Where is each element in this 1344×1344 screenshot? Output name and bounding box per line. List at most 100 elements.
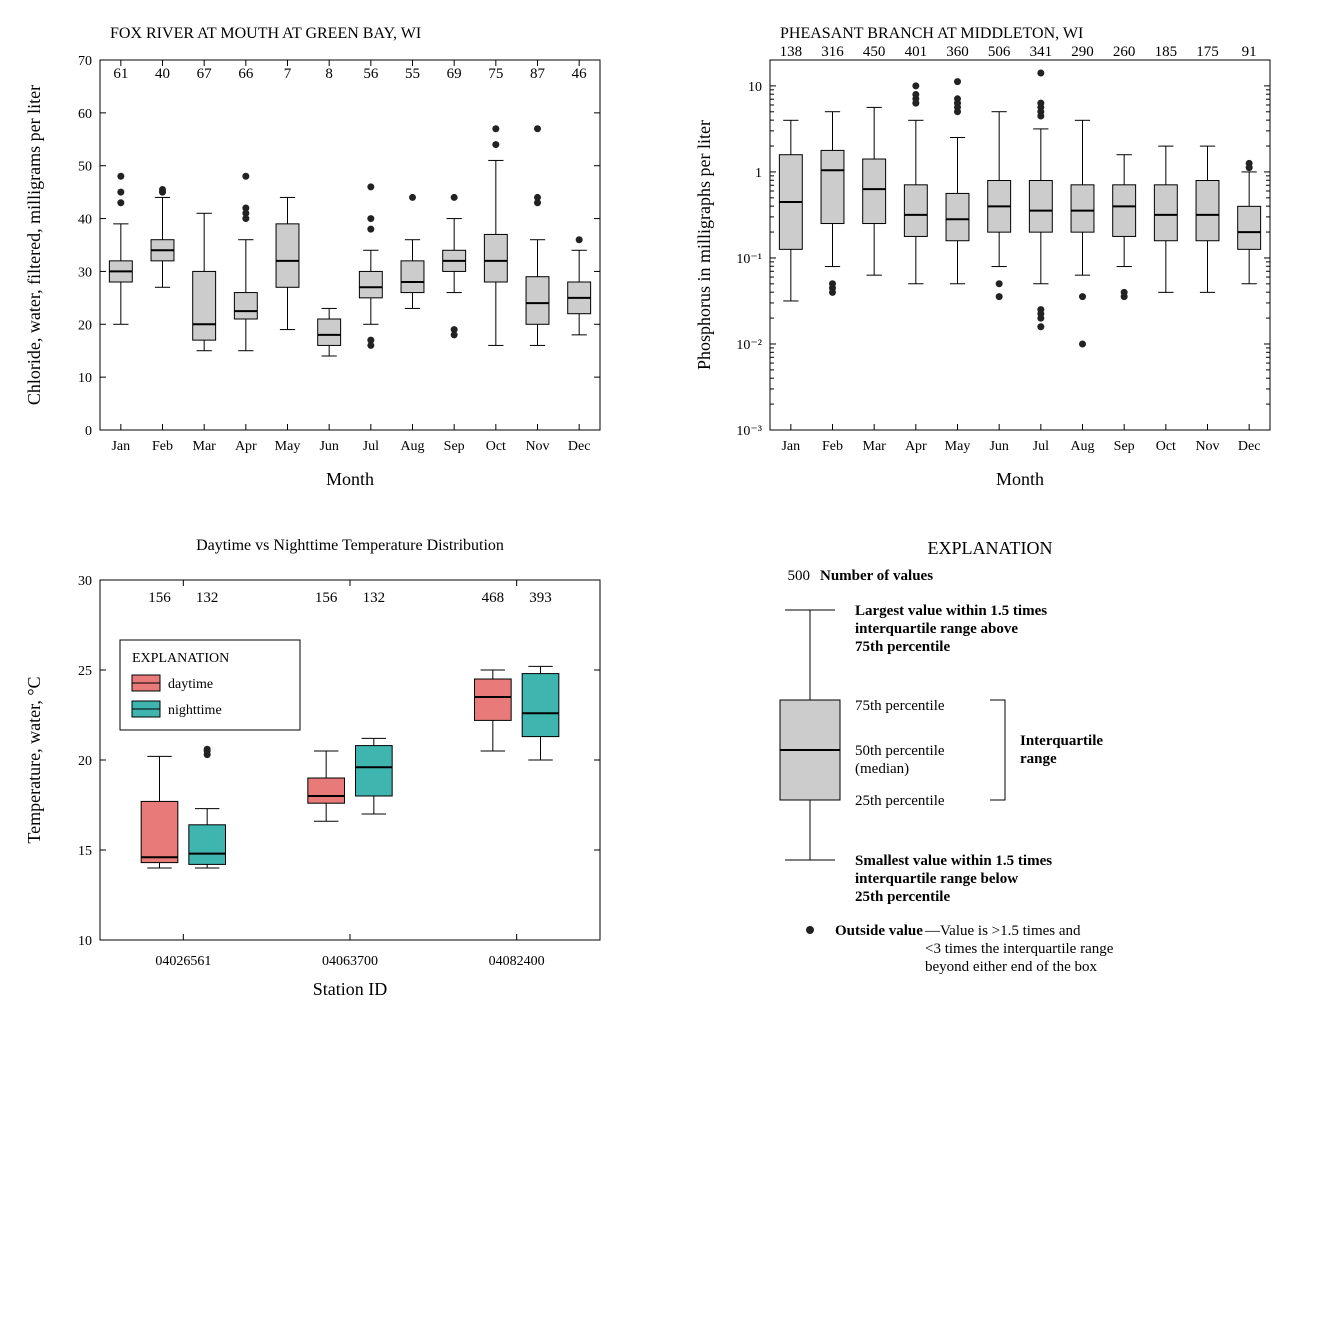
svg-text:daytime: daytime [168, 677, 213, 692]
svg-text:30: 30 [78, 265, 92, 280]
svg-text:interquartile range above: interquartile range above [855, 621, 1018, 637]
svg-text:nighttime: nighttime [168, 703, 222, 718]
svg-text:04082400: 04082400 [489, 954, 545, 969]
svg-text:Outside value: Outside value [835, 923, 923, 939]
svg-text:<3 times the interquartile ran: <3 times the interquartile range [925, 941, 1114, 957]
svg-text:8: 8 [325, 66, 333, 82]
svg-text:PHEASANT BRANCH AT MIDDLETON,: PHEASANT BRANCH AT MIDDLETON, WI [780, 25, 1083, 42]
svg-text:20: 20 [78, 318, 92, 333]
svg-text:393: 393 [529, 590, 552, 606]
svg-text:Jan: Jan [781, 439, 800, 454]
svg-text:May: May [275, 439, 301, 454]
svg-text:Month: Month [326, 469, 374, 489]
svg-text:Station ID: Station ID [313, 979, 388, 999]
svg-text:10: 10 [748, 80, 762, 95]
svg-text:Smallest value within 1.5 time: Smallest value within 1.5 times [855, 853, 1052, 869]
svg-text:May: May [945, 439, 971, 454]
svg-text:75th percentile: 75th percentile [855, 639, 950, 655]
svg-text:360: 360 [946, 44, 969, 60]
svg-text:20: 20 [78, 754, 92, 769]
svg-text:Apr: Apr [235, 439, 257, 454]
svg-text:Jan: Jan [111, 439, 130, 454]
svg-text:—Value is >1.5 times and: —Value is >1.5 times and [924, 923, 1081, 939]
svg-text:Number of values: Number of values [820, 568, 933, 584]
svg-text:10⁻²: 10⁻² [736, 338, 762, 353]
svg-text:Temperature, water, °C: Temperature, water, °C [24, 676, 44, 843]
svg-text:beyond either end of the box: beyond either end of the box [925, 959, 1098, 975]
svg-text:Apr: Apr [905, 439, 927, 454]
svg-text:69: 69 [447, 66, 462, 82]
svg-text:(median): (median) [855, 761, 909, 777]
svg-text:60: 60 [78, 107, 92, 122]
svg-text:Jun: Jun [319, 439, 338, 454]
svg-text:25: 25 [78, 664, 92, 679]
svg-text:Dec: Dec [1238, 439, 1261, 454]
svg-text:Nov: Nov [525, 439, 549, 454]
explanation-svg: EXPLANATION500Number of valuesLargest va… [690, 530, 1290, 1010]
svg-text:10: 10 [78, 371, 92, 386]
svg-text:25th percentile: 25th percentile [855, 889, 950, 905]
svg-text:70: 70 [78, 54, 92, 69]
svg-text:61: 61 [113, 66, 128, 82]
svg-text:1: 1 [755, 166, 762, 181]
svg-text:Jul: Jul [1033, 439, 1049, 454]
svg-text:Mar: Mar [193, 439, 217, 454]
svg-text:132: 132 [363, 590, 386, 606]
svg-text:Phosphorus in milligraphs per: Phosphorus in milligraphs per liter [694, 120, 714, 370]
svg-text:Oct: Oct [486, 439, 506, 454]
svg-text:Sep: Sep [1114, 439, 1135, 454]
svg-text:132: 132 [196, 590, 219, 606]
svg-text:10⁻¹: 10⁻¹ [736, 252, 762, 267]
svg-text:Month: Month [996, 469, 1044, 489]
svg-text:Dec: Dec [568, 439, 591, 454]
svg-text:50: 50 [78, 160, 92, 175]
svg-text:50th percentile: 50th percentile [855, 743, 945, 759]
svg-text:468: 468 [482, 590, 505, 606]
svg-text:Feb: Feb [822, 439, 843, 454]
svg-text:04026561: 04026561 [155, 954, 211, 969]
svg-text:Interquartile: Interquartile [1020, 733, 1103, 749]
svg-text:138: 138 [780, 44, 803, 60]
svg-text:316: 316 [821, 44, 844, 60]
svg-text:25th percentile: 25th percentile [855, 793, 945, 809]
svg-text:75th percentile: 75th percentile [855, 698, 945, 714]
svg-text:290: 290 [1071, 44, 1094, 60]
chart-svg-3: 1015202530Daytime vs Nighttime Temperatu… [20, 530, 620, 1010]
chart-temperature: 1015202530Daytime vs Nighttime Temperatu… [20, 530, 630, 1010]
svg-text:EXPLANATION: EXPLANATION [928, 538, 1053, 558]
svg-text:67: 67 [197, 66, 213, 82]
svg-text:15: 15 [78, 844, 92, 859]
svg-text:0: 0 [85, 424, 92, 439]
svg-text:506: 506 [988, 44, 1011, 60]
chart-pheasant-branch: 10⁻³10⁻²10⁻¹110PHEASANT BRANCH AT MIDDLE… [690, 20, 1300, 500]
svg-text:55: 55 [405, 66, 420, 82]
svg-text:87: 87 [530, 66, 546, 82]
svg-text:401: 401 [905, 44, 928, 60]
svg-text:175: 175 [1196, 44, 1219, 60]
svg-text:500: 500 [788, 568, 811, 584]
chart-grid: 010203040506070FOX RIVER AT MOUTH AT GRE… [20, 20, 1300, 1010]
svg-text:40: 40 [78, 213, 92, 228]
svg-text:46: 46 [572, 66, 588, 82]
explanation-panel: EXPLANATION500Number of valuesLargest va… [690, 530, 1300, 1010]
svg-text:EXPLANATION: EXPLANATION [132, 651, 229, 666]
svg-text:Aug: Aug [1070, 439, 1094, 454]
svg-text:40: 40 [155, 66, 170, 82]
svg-text:66: 66 [238, 66, 254, 82]
svg-text:91: 91 [1242, 44, 1257, 60]
svg-text:04063700: 04063700 [322, 954, 378, 969]
svg-text:Sep: Sep [444, 439, 465, 454]
svg-text:56: 56 [363, 66, 379, 82]
svg-text:Daytime vs Nighttime Temperatu: Daytime vs Nighttime Temperature Distrib… [196, 537, 504, 554]
svg-text:260: 260 [1113, 44, 1136, 60]
svg-text:interquartile range below: interquartile range below [855, 871, 1018, 887]
svg-text:10: 10 [78, 934, 92, 949]
svg-text:75: 75 [488, 66, 503, 82]
svg-text:450: 450 [863, 44, 886, 60]
chart-fox-river: 010203040506070FOX RIVER AT MOUTH AT GRE… [20, 20, 630, 500]
svg-text:7: 7 [284, 66, 292, 82]
svg-text:Oct: Oct [1156, 439, 1176, 454]
svg-text:156: 156 [148, 590, 171, 606]
svg-text:Jun: Jun [989, 439, 1008, 454]
svg-text:156: 156 [315, 590, 338, 606]
